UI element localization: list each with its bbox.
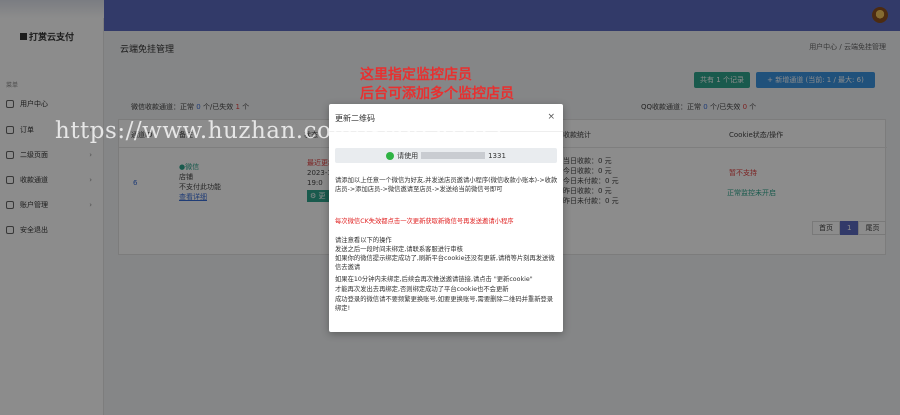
step-text: 才能再次发出去再绑定,否则绑定成功了平台cookie也不会更新 [335, 286, 509, 293]
step-text: 成功登录的微信请不要频繁更换账号,如要更换账号,需要删除二维码并重新登录绑定! [335, 296, 554, 313]
step-text: 如果你的微信提示绑定成功了,刷新平台cookie还没有更新,请稍等片刻再发送微信… [335, 255, 555, 272]
wechat-account-bar: 请使用 1331 [335, 148, 557, 163]
annotation-line1: 这里指定监控店员 [360, 67, 472, 83]
steps-title: 请注意看以下的操作 [335, 237, 392, 244]
step-text: 发送之后一段时间未绑定,请联系客服进行审核 [335, 246, 463, 253]
annotation-line2: 后台可添加多个监控店员 [360, 86, 514, 102]
watermark: https://www.huzhan.com/ishop50103 [55, 118, 503, 144]
qr-suffix: 1331 [488, 151, 506, 160]
wechat-icon [386, 151, 395, 160]
blurred-account [421, 152, 486, 159]
instructions: 请添加以上任意一个微信为好友,并发送店员邀请小程序(微信收款小账本)->收款店员… [335, 177, 558, 194]
qr-prefix: 请使用 [397, 151, 419, 160]
warning-text: 每次微信CK失效都点击一次更新获取新微信号再发送邀请小程序 [335, 218, 514, 225]
step-text: 如果在10分钟内未绑定,后续会再次推送邀请链接,请点击 "更新cookie" [335, 276, 533, 283]
close-icon[interactable]: × [547, 112, 555, 122]
